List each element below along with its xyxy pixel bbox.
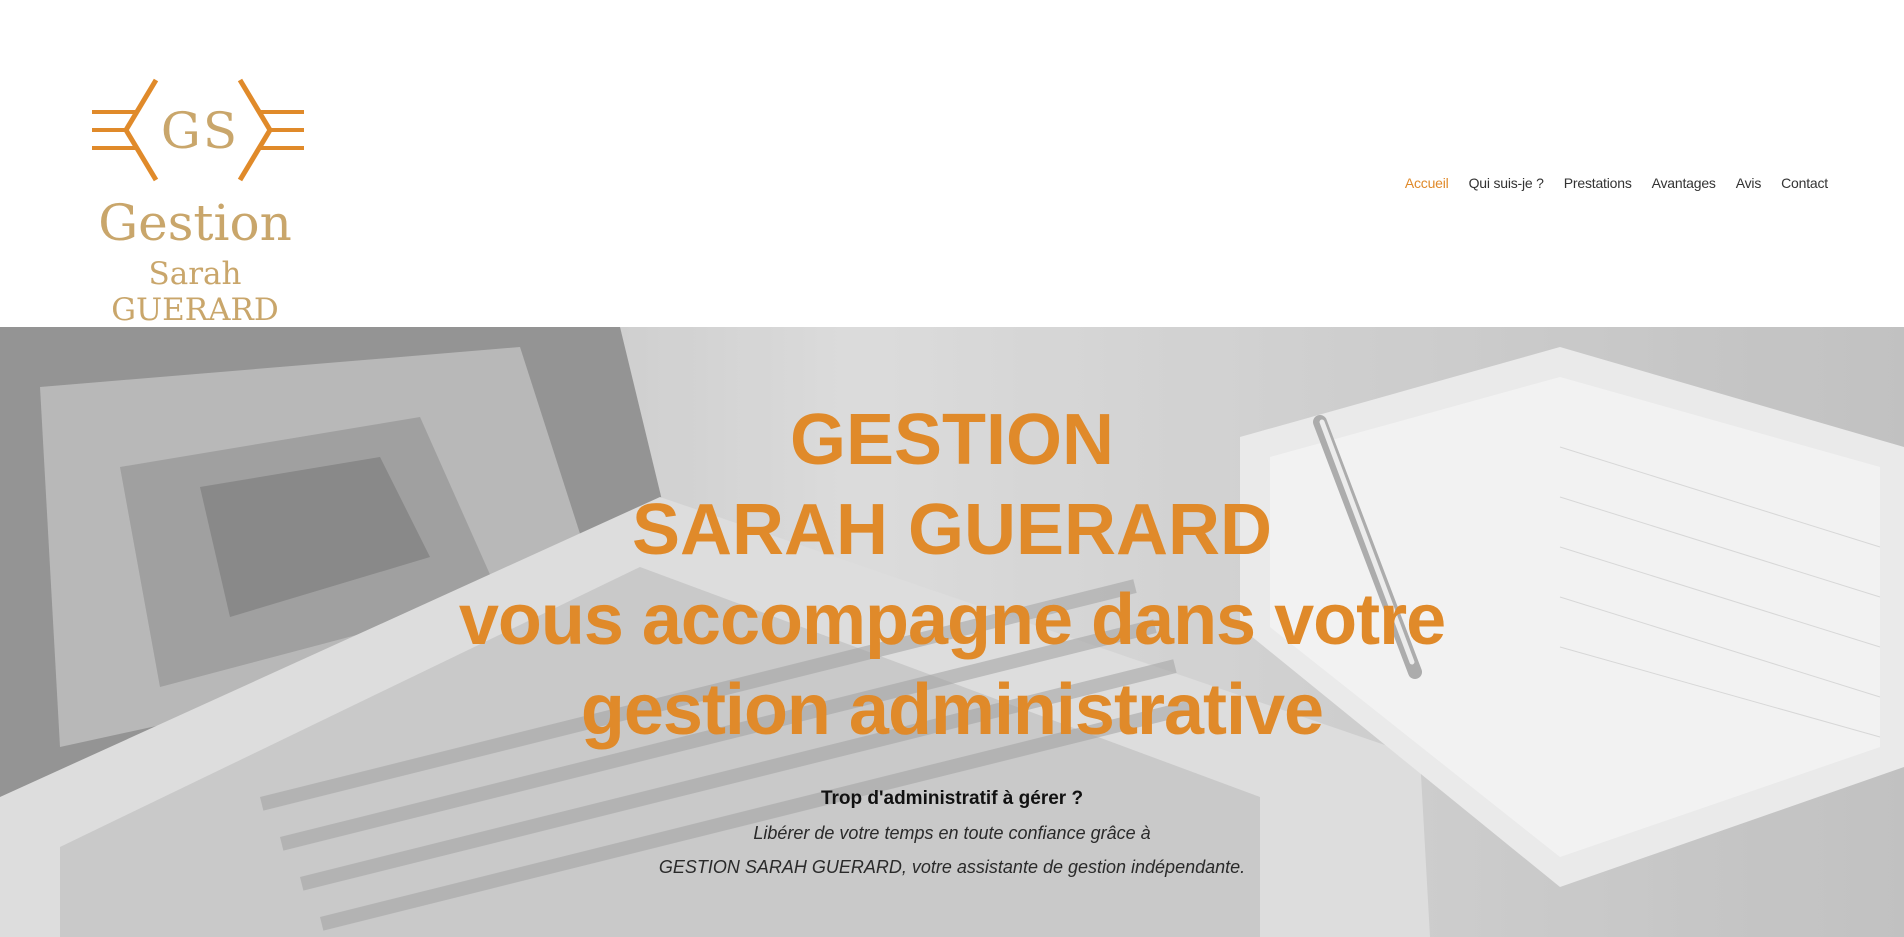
hero-tagline-line-1: Libérer de votre temps en toute confianc… [753,823,1151,843]
hero-subtitle: Trop d'administratif à gérer ? Libérer d… [0,782,1904,884]
nav-avantages[interactable]: Avantages [1652,175,1716,191]
nav-qui-suis-je[interactable]: Qui suis-je ? [1469,175,1544,191]
nav-prestations[interactable]: Prestations [1564,175,1632,191]
nav-avis[interactable]: Avis [1736,175,1762,191]
main-nav: Accueil Qui suis-je ? Prestations Avanta… [1405,175,1828,191]
hero-title-line-1: GESTION [789,400,1115,480]
site-logo[interactable]: GS Gestion Sarah GUERARD [60,72,340,328]
nav-accueil[interactable]: Accueil [1405,175,1449,191]
hero-section: GESTION SARAH GUERARD vous accompagne da… [0,327,1904,937]
logo-name: Sarah GUERARD [111,256,279,328]
hero-title-line-2: SARAH GUERARD [631,490,1273,570]
hero-title-line-3: vous accompagne dans votre [458,580,1446,660]
logo-monogram: GS [160,102,240,160]
site-header: GS Gestion Sarah GUERARD Accueil Qui sui… [0,0,1904,328]
logo-word: Gestion [98,194,292,252]
hero-title: GESTION SARAH GUERARD vous accompagne da… [0,395,1904,755]
hero-title-line-4: gestion administrative [580,670,1324,750]
hero-question: Trop d'administratif à gérer ? [820,788,1084,809]
hero-tagline-line-2: GESTION SARAH GUERARD, votre assistante … [658,857,1246,877]
nav-contact[interactable]: Contact [1781,175,1828,191]
